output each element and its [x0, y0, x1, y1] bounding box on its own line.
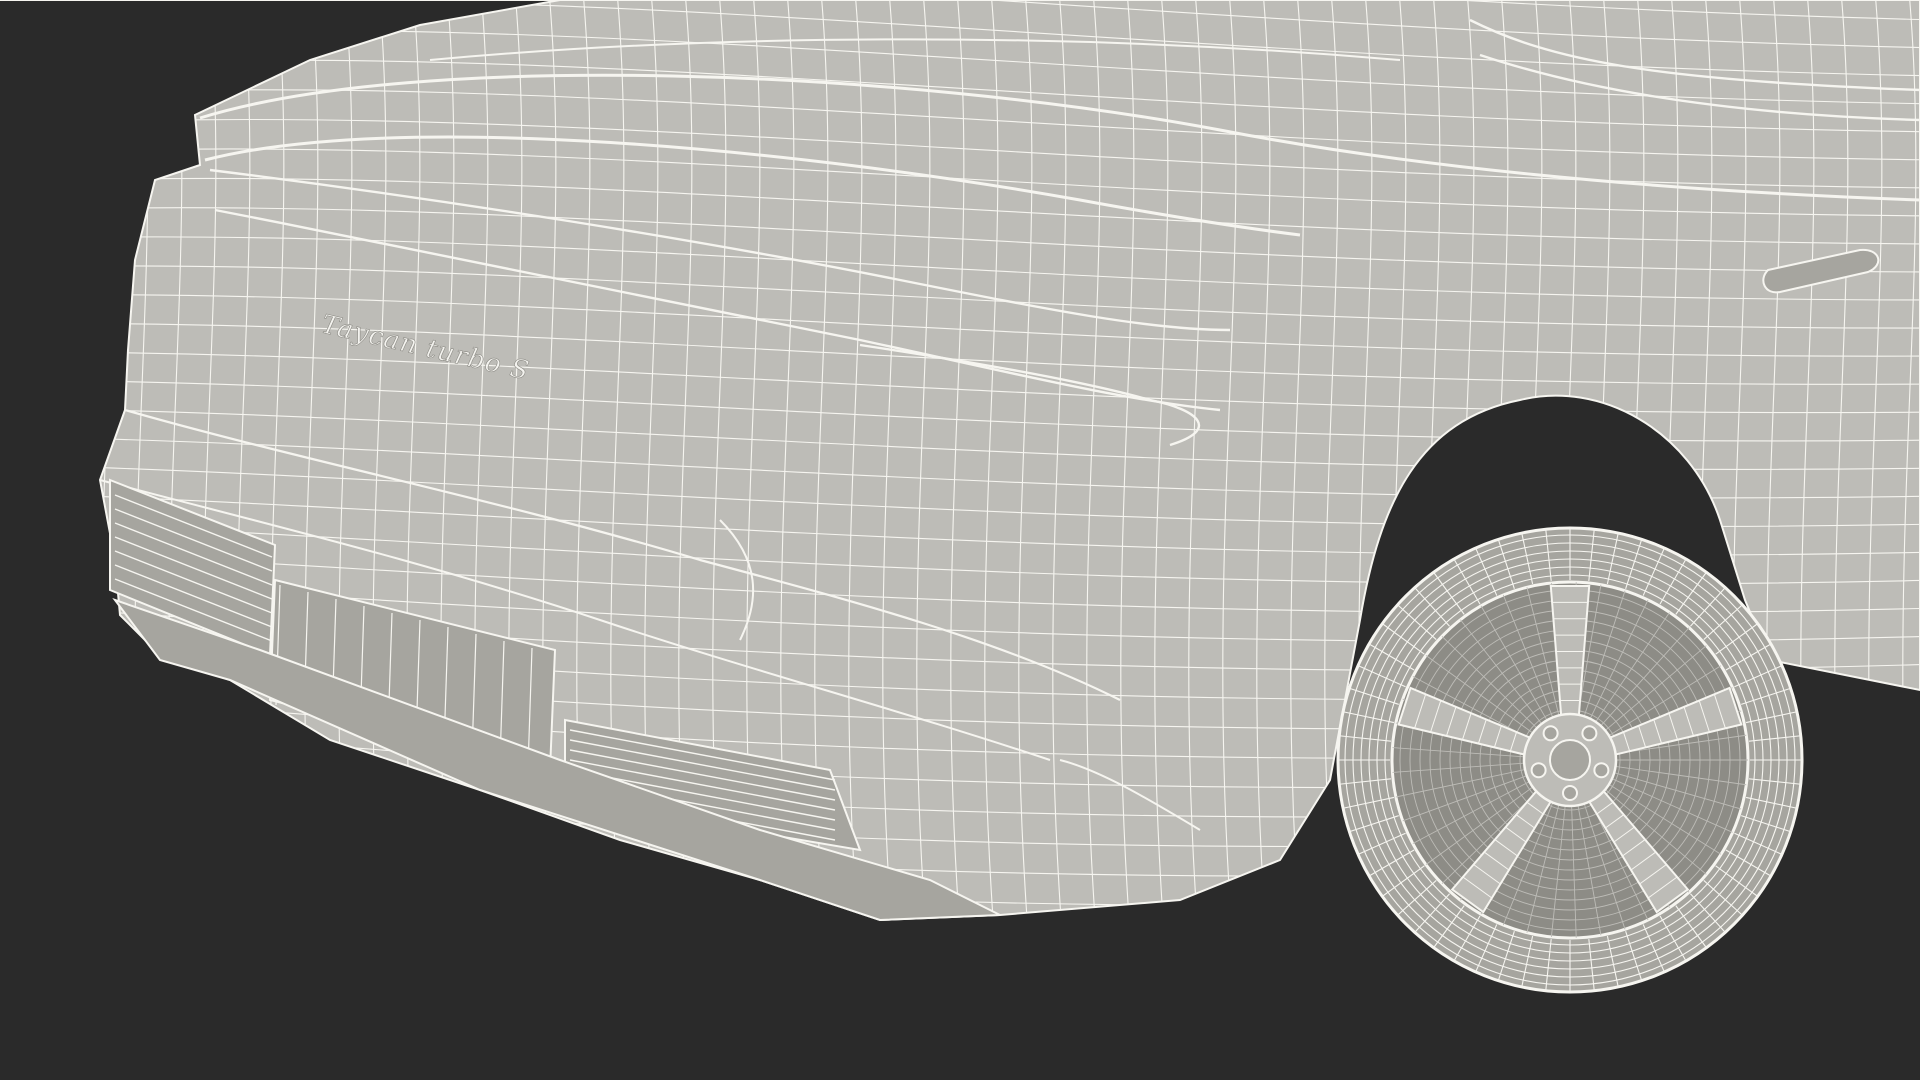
lug-nut: [1581, 725, 1598, 742]
lug-nut: [1562, 785, 1578, 801]
lug-nut: [1542, 725, 1559, 742]
center-cap: [1549, 739, 1591, 781]
car-wireframe-render: Taycan turbo S: [0, 0, 1920, 1080]
front-wheel: [1336, 526, 1804, 994]
lug-nut: [1593, 762, 1610, 779]
lug-nut: [1530, 762, 1547, 779]
wireframe-scene: Taycan turbo S: [0, 0, 1920, 1080]
